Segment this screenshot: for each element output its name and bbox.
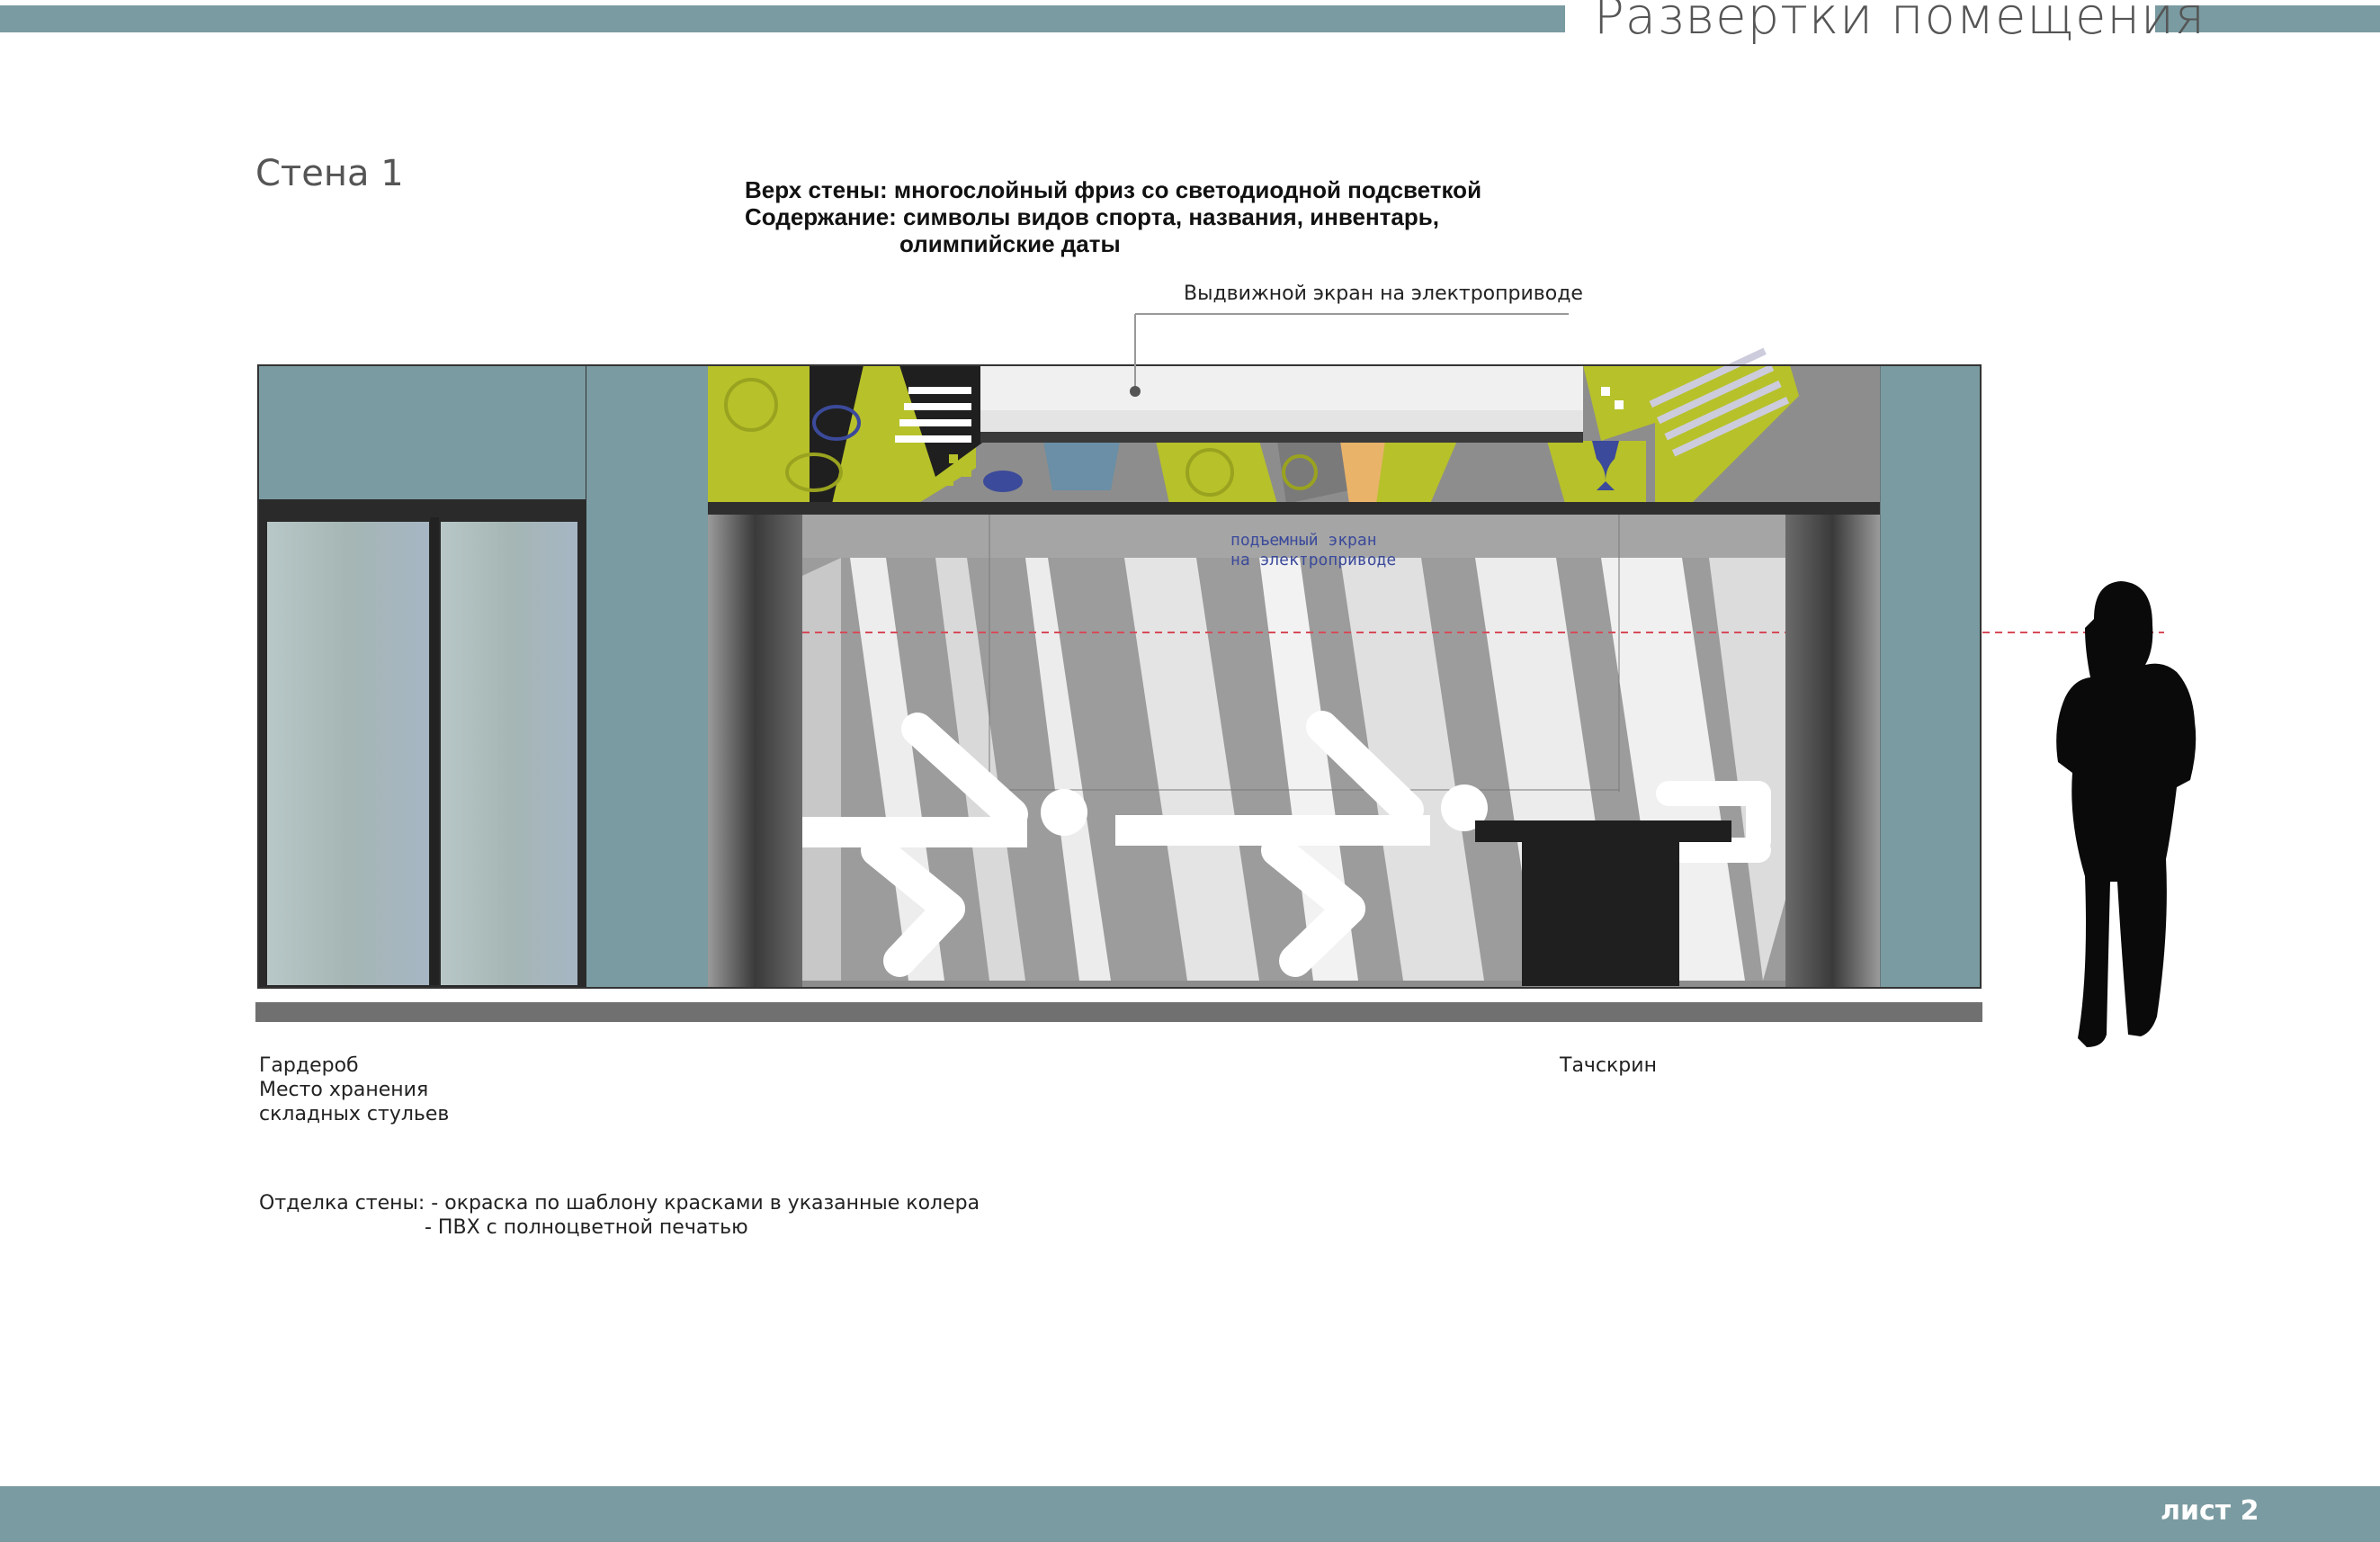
sheet-number: лист 2 xyxy=(2161,1495,2259,1527)
graphic-panel xyxy=(708,515,1880,988)
footer-band xyxy=(0,1486,2380,1542)
human-silhouette-icon xyxy=(2056,581,2197,1047)
sports-frieze xyxy=(708,347,1880,515)
lift-screen-label-line-2: на электроприводе xyxy=(1230,551,1397,569)
wardrobe-line-1: Гардероб xyxy=(259,1054,359,1077)
lift-screen-label-line-1: подъемный экран xyxy=(1230,531,1377,550)
finish-line-2: - ПВХ с полноцветной печатью xyxy=(425,1216,748,1239)
right-teal-column xyxy=(1879,364,1982,989)
floor-strip xyxy=(255,1002,1982,1022)
wardrobe-block xyxy=(257,364,708,989)
wardrobe-line-3: складных стульев xyxy=(259,1103,450,1125)
finish-line-1: Отделка стены: - окраска по шаблону крас… xyxy=(259,1192,980,1215)
touchscreen-label: Тачскрин xyxy=(1560,1054,1657,1077)
wardrobe-line-2: Место хранения xyxy=(259,1079,429,1101)
wall-elevation-drawing xyxy=(255,313,2197,1047)
